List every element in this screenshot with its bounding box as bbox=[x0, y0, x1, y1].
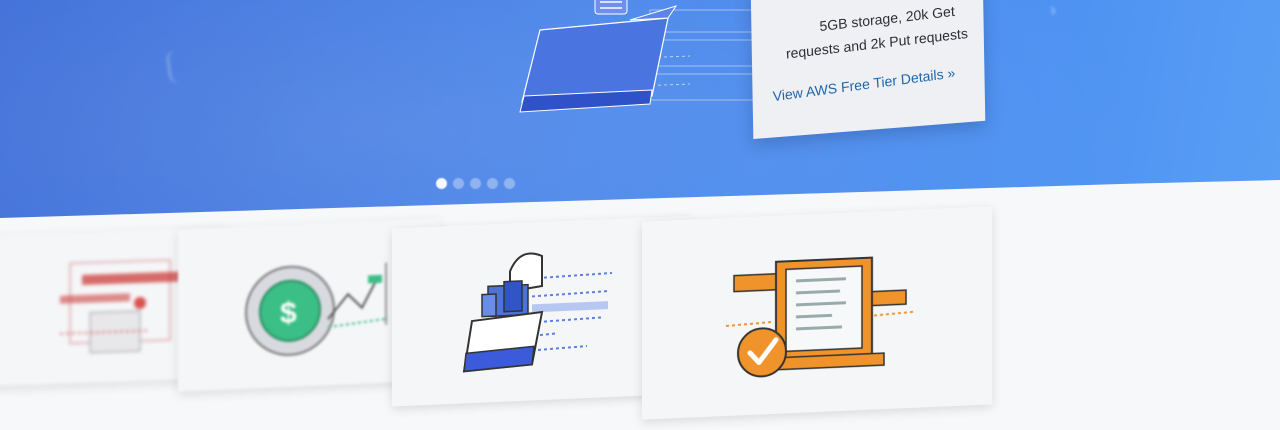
carousel-pagination bbox=[436, 178, 515, 189]
view-free-tier-link[interactable]: View AWS Free Tier Details » bbox=[772, 64, 956, 104]
hero-storage-illustration bbox=[519, 0, 776, 113]
carousel-next-arrow-icon[interactable]: › bbox=[1050, 0, 1056, 21]
carousel-dot-1[interactable] bbox=[436, 178, 447, 189]
free-tier-card: 5GB storage, 20k Get requests and 2k Put… bbox=[750, 0, 986, 140]
feature-tile-4[interactable] bbox=[642, 206, 992, 420]
carousel-dot-3[interactable] bbox=[470, 178, 481, 189]
aws-landing-page: 5GB storage, 20k Get requests and 2k Put… bbox=[0, 0, 1280, 430]
tile-caption-blurred-2 bbox=[150, 410, 153, 421]
approved-document-icon bbox=[725, 256, 915, 378]
carousel-dot-5[interactable] bbox=[504, 178, 515, 189]
carousel-dot-2[interactable] bbox=[453, 178, 464, 189]
tile-caption-blurred-1 bbox=[0, 410, 3, 421]
svg-text:$: $ bbox=[280, 297, 297, 331]
free-tier-line-2: requests and 2k Put requests bbox=[785, 25, 969, 62]
carousel-dot-4[interactable] bbox=[487, 178, 498, 189]
bucket-illustration-group bbox=[519, 0, 776, 113]
